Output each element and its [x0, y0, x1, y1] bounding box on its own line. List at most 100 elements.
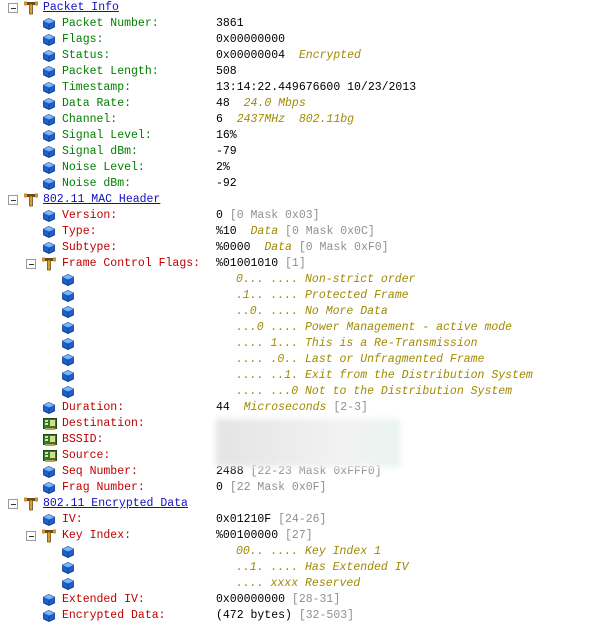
field-label: Seq Number:	[62, 465, 138, 478]
tree-row-signal-level[interactable]: Signal Level: 16%	[0, 128, 596, 144]
tree-row-data-rate[interactable]: Data Rate: 48 24.0 Mbps	[0, 96, 596, 112]
bit-field-row[interactable]: .... .0.. Last or Unfragmented Frame	[0, 352, 596, 368]
field-cube-icon	[62, 546, 74, 558]
value-text: 6	[216, 113, 223, 126]
byte-range: [0 Mask 0x0C]	[285, 225, 375, 238]
bit-field-row[interactable]: .... 1... This is a Re-Transmission	[0, 336, 596, 352]
tree-row-signal-dbm[interactable]: Signal dBm: -79	[0, 144, 596, 160]
collapse-toggle[interactable]	[26, 531, 36, 541]
tree-row-channel[interactable]: Channel: 6 2437MHz 802.11bg	[0, 112, 596, 128]
field-value: %0000 Data [0 Mask 0xF0]	[216, 240, 389, 256]
tree-node-icon	[24, 1, 38, 15]
section-title[interactable]: 802.11 Encrypted Data	[43, 496, 188, 512]
value-text: -92	[216, 177, 237, 190]
tree-row-packet-number[interactable]: Packet Number: 3861	[0, 16, 596, 32]
tree-row-type[interactable]: Type: %10 Data [0 Mask 0x0C]	[0, 224, 596, 240]
field-value: 0 [0 Mask 0x03]	[216, 208, 320, 224]
field-label: Version:	[62, 209, 118, 222]
tree-node-icon	[42, 529, 56, 543]
tree-row-subtype[interactable]: Subtype: %0000 Data [0 Mask 0xF0]	[0, 240, 596, 256]
value-annotation: Microseconds	[243, 401, 327, 414]
tree-node-icon	[24, 497, 38, 511]
tree-row-frag-number[interactable]: Frag Number: 0 [22 Mask 0x0F]	[0, 480, 596, 496]
section-title[interactable]: 802.11 MAC Header	[43, 192, 160, 208]
bit-description: .... .0.. Last or Unfragmented Frame	[236, 353, 485, 366]
tree-row-flags[interactable]: Flags: 0x00000000	[0, 32, 596, 48]
collapse-toggle[interactable]	[26, 259, 36, 269]
value-text: 2%	[216, 161, 230, 174]
bit-field-row[interactable]: 00.. .... Key Index 1	[0, 544, 596, 560]
bit-field-row[interactable]: ...0 .... Power Management - active mode	[0, 320, 596, 336]
field-cube-icon	[62, 386, 74, 398]
tree-row-noise-level[interactable]: Noise Level: 2%	[0, 160, 596, 176]
tree-row-noise-dbm[interactable]: Noise dBm: -92	[0, 176, 596, 192]
value-text: 0x01210F	[216, 513, 272, 526]
bit-description: .... xxxx Reserved	[236, 577, 361, 590]
field-cube-icon	[43, 66, 55, 78]
value-text: 3861	[216, 17, 244, 30]
value-text: %00100000	[216, 529, 279, 542]
value-annotation: Data	[264, 241, 292, 254]
bit-description: 0... .... Non-strict order	[236, 273, 416, 286]
bit-field-row[interactable]: 0... .... Non-strict order	[0, 272, 596, 288]
field-cube-icon	[43, 178, 55, 190]
value-text: 0	[216, 481, 223, 494]
tree-row-status[interactable]: Status: 0x00000004 Encrypted	[0, 48, 596, 64]
field-cube-icon	[43, 402, 55, 414]
field-cube-icon	[43, 18, 55, 30]
bit-description: ..0. .... No More Data	[236, 305, 388, 318]
field-label: Flags:	[62, 33, 104, 46]
field-cube-icon	[43, 82, 55, 94]
tree-row-duration[interactable]: Duration: 44 Microseconds [2-3]	[0, 400, 596, 416]
field-cube-icon	[62, 354, 74, 366]
tree-row-802-11-encrypted-data[interactable]: 802.11 Encrypted Data	[0, 496, 596, 512]
field-label: Noise Level:	[62, 161, 145, 174]
bit-field-row[interactable]: ..1. .... Has Extended IV	[0, 560, 596, 576]
tree-row-version[interactable]: Version: 0 [0 Mask 0x03]	[0, 208, 596, 224]
field-value: 2%	[216, 160, 230, 176]
field-cube-icon	[43, 242, 55, 254]
bit-field-row[interactable]: .1.. .... Protected Frame	[0, 288, 596, 304]
field-label: Frag Number:	[62, 481, 145, 494]
network-card-icon	[43, 434, 57, 446]
tree-row-frame-control-flags[interactable]: Frame Control Flags: %01001010 [1]	[0, 256, 596, 272]
network-card-icon	[43, 418, 57, 430]
bit-field-row[interactable]: ..0. .... No More Data	[0, 304, 596, 320]
collapse-toggle[interactable]	[8, 499, 18, 509]
tree-row-packet-length[interactable]: Packet Length: 508	[0, 64, 596, 80]
section-title[interactable]: Packet Info	[43, 0, 119, 16]
bit-description: .1.. .... Protected Frame	[236, 289, 409, 302]
tree-row-802-11-mac-header[interactable]: 802.11 MAC Header	[0, 192, 596, 208]
field-cube-icon	[43, 210, 55, 222]
field-value: 0x00000000	[216, 32, 285, 48]
redacted-mac-addresses	[216, 419, 400, 467]
bit-description: ...0 .... Power Management - active mode	[236, 321, 513, 334]
tree-row-extended-iv[interactable]: Extended IV: 0x00000000 [28-31]	[0, 592, 596, 608]
collapse-toggle[interactable]	[8, 3, 18, 13]
network-card-icon	[43, 450, 57, 462]
bit-field-row[interactable]: .... xxxx Reserved	[0, 576, 596, 592]
field-label: Channel:	[62, 113, 118, 126]
bit-field-row[interactable]: .... ...0 Not to the Distribution System	[0, 384, 596, 400]
tree-row-packet-info[interactable]: Packet Info	[0, 0, 596, 16]
bit-field-row[interactable]: .... ..1. Exit from the Distribution Sys…	[0, 368, 596, 384]
field-label: Data Rate:	[62, 97, 132, 110]
field-label: Timestamp:	[62, 81, 132, 94]
tree-row-timestamp[interactable]: Timestamp: 13:14:22.449676600 10/23/2013	[0, 80, 596, 96]
field-label: Key Index:	[62, 529, 132, 542]
value-text: 0x00000000	[216, 33, 286, 46]
field-cube-icon	[43, 114, 55, 126]
field-cube-icon	[62, 274, 74, 286]
byte-range: [2-3]	[333, 401, 368, 414]
collapse-toggle[interactable]	[8, 195, 18, 205]
value-text: -79	[216, 145, 237, 158]
tree-row-key-index[interactable]: Key Index: %00100000 [27]	[0, 528, 596, 544]
field-value: 13:14:22.449676600 10/23/2013	[216, 80, 416, 96]
field-value: %00100000 [27]	[216, 528, 313, 544]
field-value: 508	[216, 64, 237, 80]
tree-row-iv[interactable]: IV: 0x01210F [24-26]	[0, 512, 596, 528]
field-label: Status:	[62, 49, 111, 62]
tree-row-encrypted-data[interactable]: Encrypted Data: (472 bytes) [32-503]	[0, 608, 596, 624]
value-text: 0x00000000	[216, 593, 286, 606]
byte-range: [28-31]	[291, 593, 341, 606]
